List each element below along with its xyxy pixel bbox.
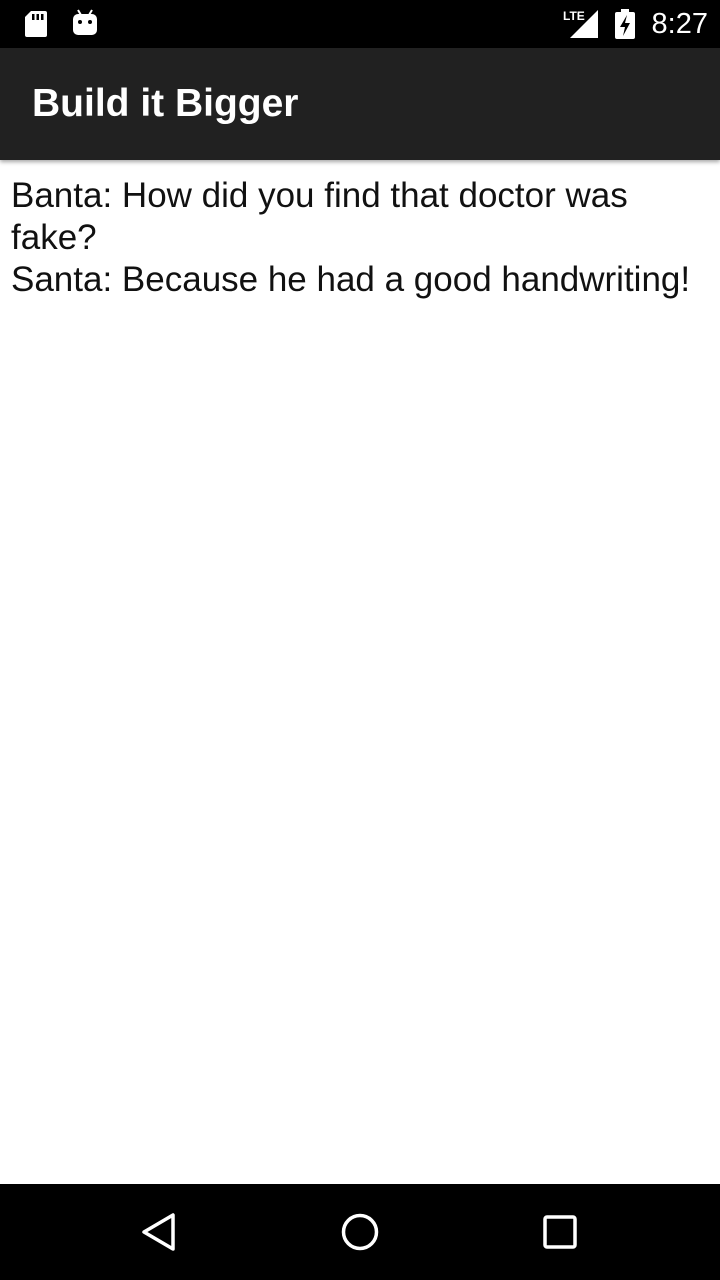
back-icon[interactable]	[140, 1212, 180, 1252]
lte-signal-icon: LTE	[562, 8, 602, 45]
home-icon[interactable]	[340, 1212, 380, 1252]
joke-text: Banta: How did you find that doctor was …	[11, 175, 711, 301]
app-title: Build it Bigger	[32, 82, 299, 125]
battery-charging-icon	[614, 9, 636, 44]
joke-answer: Santa: Because he had a good handwriting…	[11, 260, 691, 299]
recents-icon[interactable]	[540, 1212, 580, 1252]
navigation-bar	[0, 1184, 720, 1280]
joke-question: Banta: How did you find that doctor was …	[11, 176, 628, 257]
lte-label: LTE	[563, 9, 585, 23]
sd-card-icon	[24, 10, 48, 43]
status-clock: 8:27	[651, 8, 708, 40]
app-bar: Build it Bigger	[0, 48, 720, 160]
android-notification-icon	[72, 9, 98, 42]
status-bar: LTE 8:27	[0, 0, 720, 48]
screen: LTE 8:27 Build it Bigger Banta: How did …	[0, 0, 720, 1280]
